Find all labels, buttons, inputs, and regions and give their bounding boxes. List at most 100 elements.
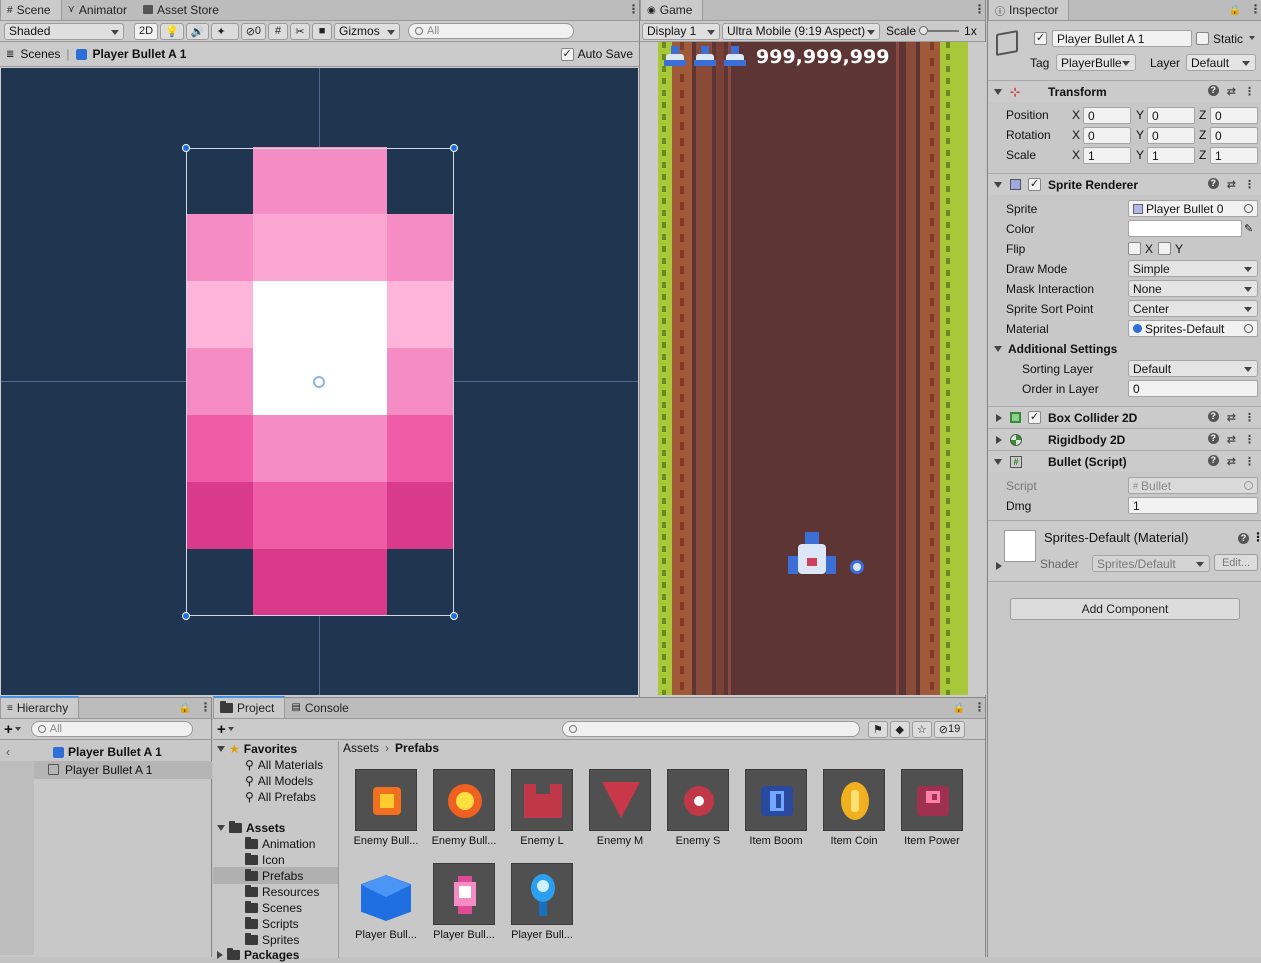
gizmos-dropdown[interactable]: Gizmos <box>334 22 401 40</box>
asset-enemy-bullet-a[interactable]: Enemy Bull... <box>350 769 422 847</box>
folder-scenes[interactable]: Scenes <box>245 900 302 916</box>
scale-z-field[interactable]: 1 <box>1210 147 1258 164</box>
breadcrumb-scenes[interactable]: Scenes <box>20 47 60 61</box>
back-chevron-icon[interactable]: ‹ <box>6 745 10 759</box>
lock-icon[interactable]: 🔒 <box>1229 5 1241 16</box>
lock-icon[interactable]: 🔒 <box>953 703 965 714</box>
game-viewport[interactable]: 999,999,999 <box>640 42 986 695</box>
flip-x-checkbox[interactable] <box>1128 242 1141 255</box>
lighting-icon[interactable]: 💡 <box>160 22 184 40</box>
hidden-packages-button[interactable]: ⊘ 19 <box>933 720 966 738</box>
scale-slider[interactable] <box>919 26 960 35</box>
help-icon[interactable]: ? <box>1238 533 1249 544</box>
hierarchy-child-row[interactable]: Player Bullet A 1 <box>0 761 212 955</box>
tag-dropdown[interactable]: PlayerBulle <box>1056 54 1136 71</box>
object-picker-icon[interactable] <box>1244 204 1253 213</box>
hierarchy-menu-icon[interactable]: ⋮ <box>199 700 212 714</box>
sprite-field[interactable]: Player Bullet 0 <box>1128 200 1258 217</box>
box-collider-enabled-checkbox[interactable]: ✓ <box>1028 411 1041 424</box>
folder-scripts[interactable]: Scripts <box>245 916 299 932</box>
scene-search-input[interactable]: All <box>408 23 575 39</box>
tab-game[interactable]: ◉ Game <box>640 0 704 20</box>
position-y-field[interactable]: 0 <box>1147 107 1195 124</box>
flip-y-checkbox[interactable] <box>1158 242 1171 255</box>
shader-edit-button[interactable]: Edit... <box>1214 554 1258 571</box>
help-icon[interactable]: ? <box>1207 85 1219 96</box>
handle-bottom-right[interactable] <box>450 612 458 620</box>
resolution-dropdown[interactable]: Ultra Mobile (9:19 Aspect) <box>722 22 880 40</box>
folder-prefabs[interactable]: Prefabs <box>245 868 303 884</box>
game-menu-icon[interactable]: ⋮ <box>973 2 986 16</box>
preset-icon[interactable]: ⇄ <box>1227 455 1236 468</box>
scale-slider-thumb[interactable] <box>919 26 929 35</box>
sprite-renderer-header[interactable]: ✓ Sprite Renderer ? ⇄ ⋮ <box>988 173 1261 195</box>
grid-snap-icon[interactable]: # <box>268 22 289 40</box>
asset-enemy-m[interactable]: Enemy M <box>584 769 656 847</box>
inspector-menu-icon[interactable]: ⋮ <box>1249 2 1261 16</box>
scene-viewport[interactable] <box>1 68 638 695</box>
handle-top-left[interactable] <box>182 144 190 152</box>
2d-toggle[interactable]: 2D <box>134 22 159 40</box>
help-icon[interactable]: ? <box>1207 455 1219 466</box>
assets-fold-icon[interactable] <box>217 825 225 831</box>
hierarchy-root-row[interactable]: ‹ Player Bullet A 1 <box>0 742 212 762</box>
eyedropper-icon[interactable]: ✎ <box>1244 222 1253 235</box>
asset-item-power[interactable]: Item Power <box>896 769 968 847</box>
tab-animator[interactable]: ⋎ Animator <box>62 0 137 20</box>
audio-icon[interactable]: 🔊 <box>185 22 210 40</box>
asset-enemy-bullet-b[interactable]: Enemy Bull... <box>428 769 500 847</box>
packages-node[interactable]: Packages <box>217 947 299 963</box>
object-picker-icon[interactable] <box>1244 324 1253 333</box>
favorite-all-materials[interactable]: ⚲ All Materials <box>245 757 323 773</box>
display-dropdown[interactable]: Display 1 <box>642 22 720 40</box>
tab-inspector[interactable]: ⓘ Inspector <box>988 0 1070 20</box>
folder-resources[interactable]: Resources <box>245 884 319 900</box>
add-dropdown-icon[interactable] <box>14 727 21 731</box>
asset-player-bullet-pink[interactable]: Player Bull... <box>428 863 500 941</box>
preset-icon[interactable]: ⇄ <box>1227 411 1236 424</box>
dmg-field[interactable]: 1 <box>1128 497 1258 514</box>
layer-dropdown[interactable]: Default <box>1186 54 1256 71</box>
rotation-z-field[interactable]: 0 <box>1210 127 1258 144</box>
search-by-label-icon[interactable]: ◆ <box>889 720 910 738</box>
project-search-input[interactable] <box>561 721 860 737</box>
active-checkbox[interactable]: ✓ <box>1034 32 1047 45</box>
rotation-y-field[interactable]: 0 <box>1147 127 1195 144</box>
asset-enemy-l[interactable]: Enemy L <box>506 769 578 847</box>
static-checkbox[interactable] <box>1196 32 1209 45</box>
tab-console[interactable]: ▤ Console <box>285 697 358 718</box>
order-in-layer-field[interactable]: 0 <box>1128 380 1258 397</box>
help-icon[interactable]: ? <box>1207 411 1219 422</box>
sprite-renderer-fold-icon[interactable] <box>994 182 1002 188</box>
asset-item-coin[interactable]: Item Coin <box>818 769 890 847</box>
rigidbody-header[interactable]: Rigidbody 2D ? ⇄ ⋮ <box>988 428 1261 450</box>
hierarchy-search-input[interactable]: All <box>30 721 193 737</box>
draw-mode-dropdown[interactable]: Simple <box>1128 260 1258 277</box>
handle-top-right[interactable] <box>450 144 458 152</box>
shading-dropdown[interactable]: Shaded <box>4 22 124 40</box>
preset-icon[interactable]: ⇄ <box>1227 85 1236 98</box>
component-menu-icon[interactable]: ⋮ <box>1244 433 1255 446</box>
help-icon[interactable]: ? <box>1207 178 1219 189</box>
rotation-x-field[interactable]: 0 <box>1083 127 1131 144</box>
static-dropdown-icon[interactable] <box>1249 36 1255 40</box>
favorite-all-prefabs[interactable]: ⚲ All Prefabs <box>245 789 316 805</box>
pivot-handle[interactable] <box>313 376 325 388</box>
material-fold-icon[interactable] <box>996 562 1002 570</box>
sorting-layer-dropdown[interactable]: Default <box>1128 360 1258 377</box>
handle-bottom-left[interactable] <box>182 612 190 620</box>
search-by-type-icon[interactable]: ⚑ <box>867 720 888 738</box>
component-menu-icon[interactable]: ⋮ <box>1244 178 1255 191</box>
box-collider-header[interactable]: ✓ Box Collider 2D ? ⇄ ⋮ <box>988 406 1261 428</box>
packages-fold-icon[interactable] <box>217 951 223 959</box>
asset-enemy-s[interactable]: Enemy S <box>662 769 734 847</box>
breadcrumb-object[interactable]: Player Bullet A 1 <box>93 47 187 61</box>
position-z-field[interactable]: 0 <box>1210 107 1258 124</box>
favorites-star-icon[interactable]: ☆ <box>911 720 932 738</box>
preset-icon[interactable]: ⇄ <box>1227 178 1236 191</box>
project-menu-icon[interactable]: ⋮ <box>973 700 986 714</box>
sprite-renderer-enabled-checkbox[interactable]: ✓ <box>1028 178 1041 191</box>
component-menu-icon[interactable]: ⋮ <box>1244 85 1255 98</box>
lock-icon[interactable]: 🔒 <box>179 703 191 714</box>
asset-player-bullet-cube[interactable]: Player Bull... <box>350 863 422 941</box>
